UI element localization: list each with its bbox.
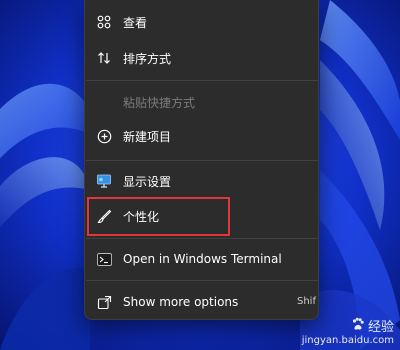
context-menu: 查看 排序方式 粘贴快捷方式 新建项目 显示设置 个性化 Open in Win…: [84, 0, 319, 320]
menu-separator: [86, 238, 319, 239]
plus-circle-icon: [95, 127, 113, 145]
monitor-icon: [95, 172, 113, 190]
shortcut-hint: Shif: [297, 296, 316, 307]
expand-icon: [95, 293, 113, 311]
watermark-brand: 经验: [367, 320, 394, 335]
menu-item-display-settings[interactable]: 显示设置: [85, 163, 320, 199]
menu-item-paste-shortcut[interactable]: 粘贴快捷方式: [85, 84, 320, 120]
menu-item-sort-by[interactable]: 排序方式: [85, 40, 320, 76]
watermark-url: jingyan.baidu.com: [301, 335, 394, 346]
highlight-box: [87, 197, 230, 236]
sort-arrows-icon: [95, 49, 113, 67]
watermark: 经验 jingyan.baidu.com: [302, 316, 394, 346]
menu-separator: [86, 80, 319, 81]
menu-item-label: Open in Windows Terminal: [123, 252, 282, 266]
menu-item-label: 排序方式: [123, 51, 172, 66]
blank-icon: [95, 93, 113, 111]
menu-item-label: Show more options: [123, 295, 239, 309]
terminal-icon: [95, 250, 113, 268]
grid-view-icon: [95, 13, 113, 31]
menu-item-open-terminal[interactable]: Open in Windows Terminal: [85, 241, 320, 277]
menu-item-label: 查看: [123, 15, 148, 30]
menu-item-view[interactable]: 查看: [85, 4, 320, 40]
desktop[interactable]: 查看 排序方式 粘贴快捷方式 新建项目 显示设置 个性化 Open in Win…: [0, 0, 400, 350]
menu-separator: [86, 280, 319, 281]
baidu-paw-logo-icon: [351, 317, 365, 335]
menu-item-label: 粘贴快捷方式: [123, 95, 196, 110]
menu-item-show-more-options[interactable]: Show more options: [85, 284, 320, 320]
menu-item-label: 新建项目: [123, 129, 172, 144]
menu-item-new[interactable]: 新建项目: [85, 118, 320, 154]
menu-separator: [86, 160, 319, 161]
menu-item-label: 显示设置: [123, 174, 172, 189]
